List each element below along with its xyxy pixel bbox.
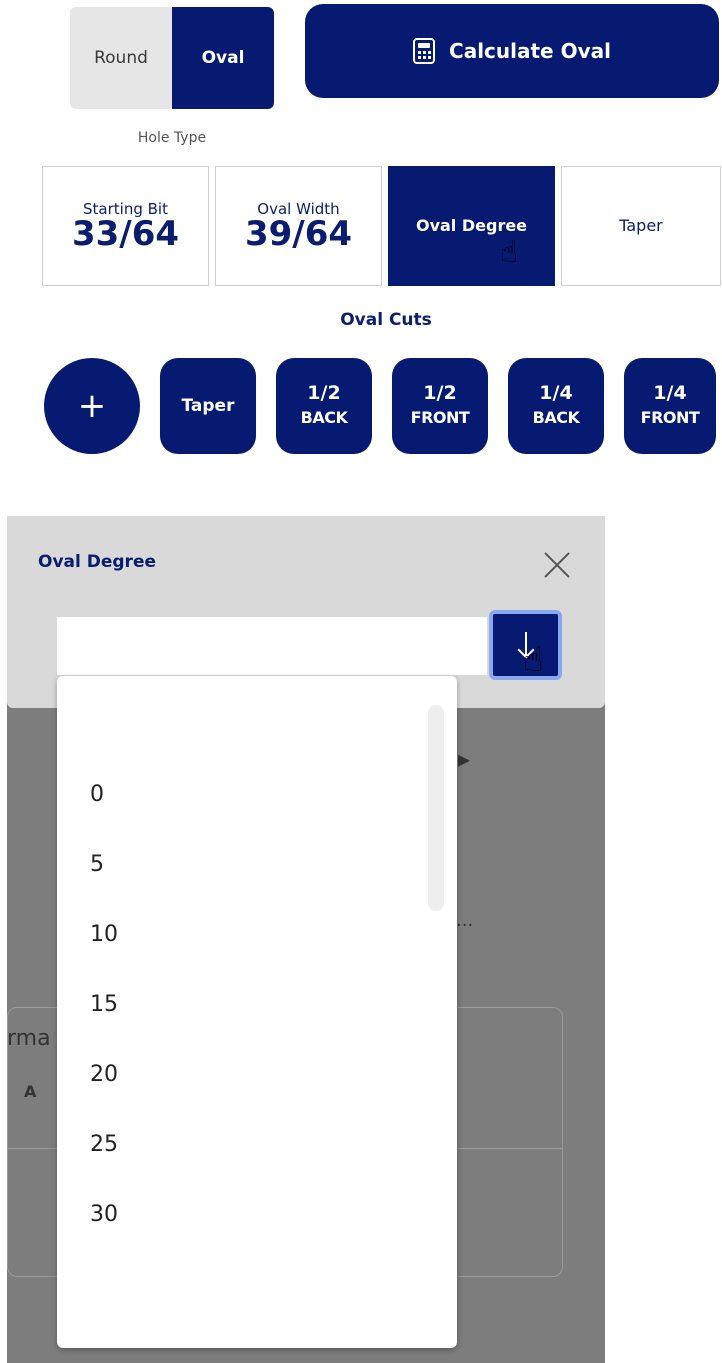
cut-fraction: 1/4 bbox=[653, 381, 687, 404]
dialog-title: Oval Degree bbox=[38, 552, 157, 572]
oval-cuts-row: + Taper 1/2 BACK 1/2 FRONT 1/4 BACK 1/4 … bbox=[44, 358, 716, 454]
hole-type-label: Hole Type bbox=[137, 130, 207, 146]
oval-degree-label: Oval Degree bbox=[415, 216, 528, 235]
starting-bit-value: 33/64 bbox=[71, 213, 180, 254]
close-icon[interactable] bbox=[540, 548, 574, 582]
cut-fraction: 1/2 bbox=[423, 381, 457, 404]
plus-icon: + bbox=[77, 386, 107, 426]
background-font-icon: A bbox=[24, 1082, 37, 1101]
background-arrow-icon: ▸ bbox=[458, 745, 471, 773]
parameter-row: Starting Bit 33/64 Oval Width 39/64 Oval… bbox=[42, 166, 721, 286]
cut-fraction: 1/4 bbox=[539, 381, 573, 404]
oval-degree-input[interactable] bbox=[57, 617, 487, 675]
cut-quarter-front-button[interactable]: 1/4 FRONT bbox=[624, 358, 716, 454]
cut-fraction: 1/2 bbox=[307, 381, 341, 404]
cut-position: FRONT bbox=[640, 407, 700, 427]
hole-type-round-option[interactable]: Round bbox=[70, 7, 172, 109]
oval-degree-param[interactable]: Oval Degree bbox=[388, 166, 555, 286]
oval-width-value: 39/64 bbox=[244, 213, 353, 254]
cut-quarter-back-button[interactable]: 1/4 BACK bbox=[508, 358, 604, 454]
add-cut-button[interactable]: + bbox=[44, 358, 140, 454]
oval-cuts-title: Oval Cuts bbox=[340, 310, 432, 330]
starting-bit-param[interactable]: Starting Bit 33/64 bbox=[42, 166, 209, 286]
degree-option-25[interactable]: 25 bbox=[90, 1132, 118, 1157]
cut-half-front-button[interactable]: 1/2 FRONT bbox=[392, 358, 488, 454]
calculate-oval-button[interactable]: Calculate Oval bbox=[305, 4, 719, 98]
cut-half-back-button[interactable]: 1/2 BACK bbox=[276, 358, 372, 454]
cut-position: FRONT bbox=[410, 407, 470, 427]
degree-option-20[interactable]: 20 bbox=[90, 1062, 118, 1087]
calculator-icon bbox=[413, 38, 436, 64]
calculate-oval-label: Calculate Oval bbox=[449, 39, 611, 63]
background-text-fragment: rma bbox=[7, 1026, 51, 1051]
hand-cursor-icon: ☝ bbox=[523, 640, 544, 680]
hole-type-toggle: Round Oval bbox=[70, 7, 274, 109]
cut-taper-button[interactable]: Taper bbox=[160, 358, 256, 454]
cut-position: BACK bbox=[532, 407, 580, 427]
taper-label: Taper bbox=[619, 216, 663, 235]
hand-cursor-icon: ☝ bbox=[500, 235, 519, 270]
degree-option-5[interactable]: 5 bbox=[90, 852, 104, 877]
degree-option-10[interactable]: 10 bbox=[90, 922, 118, 947]
degree-option-30[interactable]: 30 bbox=[90, 1202, 118, 1227]
degree-option-0[interactable]: 0 bbox=[90, 782, 104, 807]
degree-option-15[interactable]: 15 bbox=[90, 992, 118, 1017]
hole-type-oval-option[interactable]: Oval bbox=[172, 7, 274, 109]
dropdown-scrollbar[interactable] bbox=[428, 705, 444, 911]
background-ellipsis-icon: ··· bbox=[456, 915, 474, 936]
taper-param[interactable]: Taper bbox=[561, 166, 721, 286]
cut-position: BACK bbox=[300, 407, 348, 427]
cut-label: Taper bbox=[181, 395, 235, 416]
oval-width-param[interactable]: Oval Width 39/64 bbox=[215, 166, 382, 286]
